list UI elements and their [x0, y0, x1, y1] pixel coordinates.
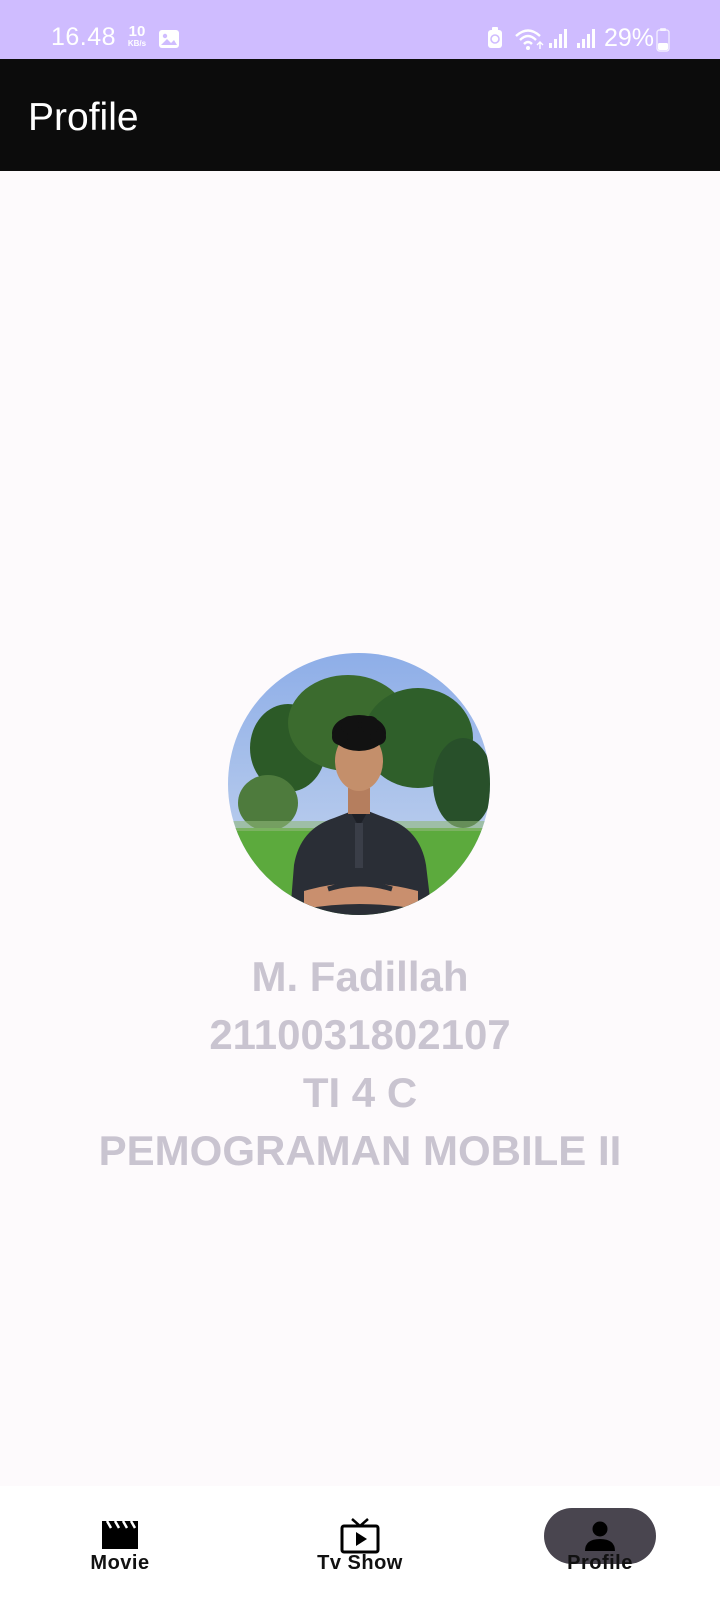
- profile-course: PEMOGRAMAN MOBILE II: [98, 1127, 622, 1174]
- app-bar: Profile: [0, 59, 720, 171]
- battery-icon: [656, 28, 670, 57]
- battery-percentage: 29%: [604, 24, 655, 52]
- nav-label-tv-show: Tv Show: [317, 1552, 403, 1574]
- signal-icon: [548, 27, 568, 54]
- nav-item-tv-show[interactable]: Tv Show: [240, 1486, 480, 1600]
- profile-name: M. Fadillah: [251, 953, 469, 1000]
- signal-icon: [576, 27, 596, 54]
- profile-student-id: 2110031802107: [209, 1011, 511, 1058]
- wifi-icon: [514, 27, 544, 56]
- bottom-navigation: Movie Tv Show Profile: [0, 1486, 720, 1600]
- status-time: 16.48: [51, 23, 117, 51]
- status-bar: 16.48 10 KB/s 29%: [0, 0, 720, 59]
- network-speed-value: 10: [128, 23, 146, 40]
- clapperboard-icon: [101, 1520, 139, 1555]
- nav-item-profile[interactable]: Profile: [480, 1486, 720, 1600]
- nav-label-movie: Movie: [90, 1552, 150, 1574]
- alarm-icon: [487, 27, 503, 54]
- profile-class: TI 4 C: [302, 1069, 418, 1116]
- page-title: Profile: [28, 96, 139, 139]
- profile-info: M. Fadillah 2110031802107 TI 4 C PEMOGRA…: [0, 948, 720, 1180]
- gallery-icon: [158, 29, 180, 54]
- nav-item-movie[interactable]: Movie: [0, 1486, 240, 1600]
- network-speed: 10 KB/s: [122, 24, 152, 48]
- network-speed-unit: KB/s: [127, 39, 147, 48]
- profile-avatar: [228, 653, 490, 915]
- nav-label-profile: Profile: [567, 1552, 633, 1574]
